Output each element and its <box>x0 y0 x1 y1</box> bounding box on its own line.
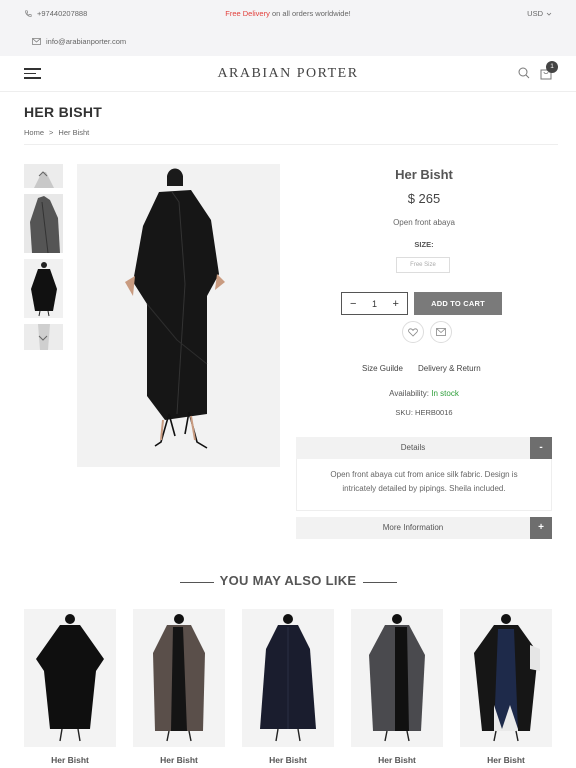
site-logo[interactable]: ARABIAN PORTER <box>0 66 576 82</box>
details-title: Details <box>400 443 426 452</box>
thumbnail-gallery <box>24 164 64 356</box>
availability: Availability: In stock <box>296 389 552 398</box>
quantity-value[interactable]: 1 <box>372 299 377 309</box>
breadcrumb-separator: > <box>49 128 54 137</box>
add-to-cart-button[interactable]: ADD TO CART <box>414 292 502 315</box>
related-product-name[interactable]: Her Bisht <box>242 755 334 765</box>
related-product-name[interactable]: Her Bisht <box>351 755 443 765</box>
site-header: ARABIAN PORTER 1 <box>0 56 576 92</box>
chevron-down-icon[interactable] <box>38 334 48 342</box>
size-label: SIZE: <box>414 240 434 249</box>
product-price: $ 265 <box>407 191 441 206</box>
breadcrumb-current: Her Bisht <box>58 128 90 137</box>
size-option-free-size[interactable]: Free Size <box>396 257 450 273</box>
related-product-card[interactable]: Her Bisht <box>133 609 225 765</box>
plus-icon[interactable]: + <box>393 298 399 310</box>
top-bar: +97440207888 Free Delivery on all orders… <box>0 0 576 56</box>
related-product-image[interactable] <box>24 609 116 747</box>
sku-label: SKU: <box>395 408 413 417</box>
product-name: Her Bisht <box>395 167 453 182</box>
chevron-down-icon <box>546 12 552 16</box>
abaya-photo <box>77 164 280 467</box>
availability-status: In stock <box>431 389 459 398</box>
wishlist-button[interactable] <box>402 321 424 343</box>
envelope-icon <box>436 328 446 336</box>
promo-banner: Free Delivery on all orders worldwide! <box>0 9 576 18</box>
related-product-name[interactable]: Her Bisht <box>460 755 552 765</box>
thumbnail-item[interactable] <box>24 194 63 253</box>
related-product-card[interactable]: Her Bisht <box>351 609 443 765</box>
availability-label: Availability: <box>389 389 430 398</box>
email-friend-button[interactable] <box>430 321 452 343</box>
thumbnail-image <box>24 194 63 253</box>
product-main-image[interactable] <box>77 164 280 467</box>
title-divider <box>24 144 558 145</box>
thumbnail-scroll-up[interactable] <box>24 164 63 188</box>
related-product-name[interactable]: Her Bisht <box>24 755 116 765</box>
thumbnail-scroll-down[interactable] <box>24 324 63 350</box>
size-guide-link[interactable]: Size Guilde <box>362 364 403 373</box>
sku-value: HERB0016 <box>415 408 453 417</box>
heart-icon <box>408 327 418 337</box>
details-accordion-header[interactable]: Details - <box>296 437 552 459</box>
breadcrumb: Home > Her Bisht <box>24 128 89 137</box>
mail-icon <box>32 38 41 45</box>
related-product-card[interactable]: Her Bisht <box>24 609 116 765</box>
related-product-name[interactable]: Her Bisht <box>133 755 225 765</box>
quantity-stepper: − 1 + <box>341 292 408 315</box>
related-product-image[interactable] <box>460 609 552 747</box>
promo-text: on all orders worldwide! <box>271 9 351 18</box>
more-info-accordion-header[interactable]: More Information + <box>296 517 552 539</box>
thumbnail-item-active[interactable] <box>24 259 63 318</box>
sku: SKU: HERB0016 <box>296 408 552 417</box>
related-product-image[interactable] <box>133 609 225 747</box>
details-content: Open front abaya cut from anice silk fab… <box>296 459 552 511</box>
currency-selector[interactable]: USD <box>527 9 552 18</box>
related-product-image[interactable] <box>242 609 334 747</box>
expand-toggle[interactable]: + <box>530 517 552 539</box>
page-title: HER BISHT <box>24 104 103 120</box>
related-product-card[interactable]: Her Bisht <box>460 609 552 765</box>
heading-rule-right <box>363 582 397 583</box>
product-short-description: Open front abaya <box>393 218 455 227</box>
delivery-return-link[interactable]: Delivery & Return <box>418 364 481 373</box>
more-info-title: More Information <box>382 523 444 532</box>
minus-icon[interactable]: − <box>350 298 356 310</box>
currency-label: USD <box>527 9 543 18</box>
related-product-card[interactable]: Her Bisht <box>242 609 334 765</box>
chevron-up-icon[interactable] <box>38 170 48 178</box>
cart-count-badge: 1 <box>546 61 558 73</box>
email-contact[interactable]: info@arabianporter.com <box>32 37 126 46</box>
email-address: info@arabianporter.com <box>46 37 127 46</box>
related-heading: YOU MAY ALSO LIKE <box>219 573 357 588</box>
related-product-image[interactable] <box>351 609 443 747</box>
search-icon[interactable] <box>518 67 530 79</box>
collapse-toggle[interactable]: - <box>530 437 552 459</box>
breadcrumb-home[interactable]: Home <box>24 128 44 137</box>
promo-highlight: Free Delivery <box>225 9 270 18</box>
thumbnail-image <box>24 259 63 318</box>
